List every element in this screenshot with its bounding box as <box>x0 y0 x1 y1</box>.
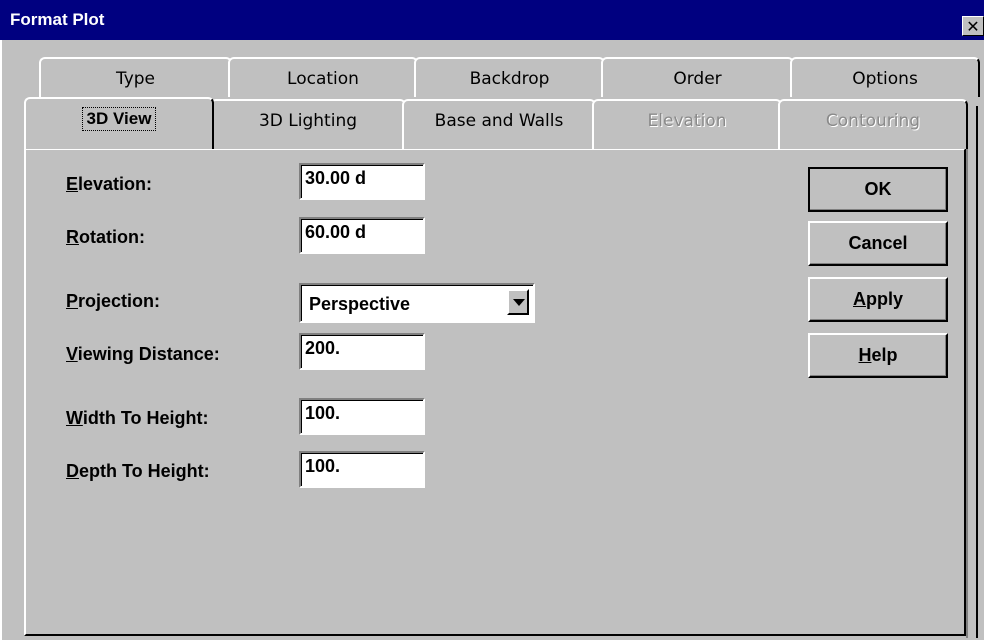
close-button[interactable]: ✕ <box>962 16 984 36</box>
tab-elevation: Elevation <box>592 99 782 149</box>
chevron-down-icon[interactable] <box>507 289 529 315</box>
tab-order[interactable]: Order <box>601 57 794 97</box>
label-text: otation: <box>79 227 145 247</box>
tab-3d-lighting[interactable]: 3D Lighting <box>210 99 406 149</box>
title-bar: Format Plot ✕ <box>0 0 984 40</box>
tab-label: Backdrop <box>469 69 550 89</box>
tab-type[interactable]: Type <box>39 57 232 97</box>
tab-label: Elevation <box>647 111 727 131</box>
ok-label: OK <box>864 179 892 199</box>
tab-label: Location <box>287 69 359 89</box>
tab-label: 3D Lighting <box>258 111 358 131</box>
tab-label: Order <box>673 69 722 89</box>
tab-label: Type <box>115 69 156 89</box>
tab-backdrop[interactable]: Backdrop <box>414 57 605 97</box>
label-text: iewing Distance: <box>77 344 220 364</box>
apply-button[interactable]: Apply <box>808 277 948 322</box>
label-text: levation: <box>78 174 153 194</box>
mnemonic: E <box>66 174 79 194</box>
depth-to-height-label: Depth To Height: <box>66 461 210 482</box>
elevation-label: Elevation: <box>66 174 152 195</box>
label-text: epth To Height: <box>79 461 210 481</box>
elevation-field[interactable]: 30.00 d <box>299 163 425 200</box>
tab-options[interactable]: Options <box>790 57 980 97</box>
label-text: idth To Height: <box>82 408 209 428</box>
help-button[interactable]: Help <box>808 333 948 378</box>
viewing-distance-label: Viewing Distance: <box>66 344 220 365</box>
mnemonic: D <box>66 461 79 481</box>
width-to-height-field[interactable]: 100. <box>299 398 425 435</box>
width-to-height-label: Width To Height: <box>66 408 208 429</box>
mnemonic: R <box>66 227 79 247</box>
close-icon: ✕ <box>966 17 980 36</box>
cancel-button[interactable]: Cancel <box>808 221 948 266</box>
mnemonic: H <box>858 345 872 365</box>
viewing-distance-field[interactable]: 200. <box>299 333 425 370</box>
mnemonic: A <box>852 289 866 309</box>
tab-label: Base and Walls <box>434 111 564 131</box>
tab-label: 3D View <box>81 107 157 131</box>
tab-contouring: Contouring <box>778 99 968 149</box>
panel-edge <box>966 106 978 638</box>
rotation-label: Rotation: <box>66 227 145 248</box>
tab-label: Contouring <box>825 111 921 131</box>
projection-label: Projection: <box>66 291 160 312</box>
mnemonic: W <box>66 408 83 428</box>
label-text: rojection: <box>78 291 161 311</box>
tab-location[interactable]: Location <box>228 57 418 97</box>
help-label: elp <box>871 345 898 365</box>
window-title: Format Plot <box>10 10 105 29</box>
depth-to-height-field[interactable]: 100. <box>299 451 425 488</box>
tab-3d-view[interactable]: 3D View <box>24 97 214 149</box>
tab-label: Options <box>852 69 918 89</box>
projection-value: Perspective <box>309 294 411 314</box>
rotation-field[interactable]: 60.00 d <box>299 217 425 254</box>
projection-select[interactable]: Perspective <box>299 283 535 323</box>
apply-label: pply <box>865 289 903 309</box>
ok-button[interactable]: OK <box>808 167 948 212</box>
tab-base-and-walls[interactable]: Base and Walls <box>402 99 596 149</box>
mnemonic: V <box>66 344 78 364</box>
cancel-label: Cancel <box>848 233 908 253</box>
mnemonic: P <box>66 291 79 311</box>
